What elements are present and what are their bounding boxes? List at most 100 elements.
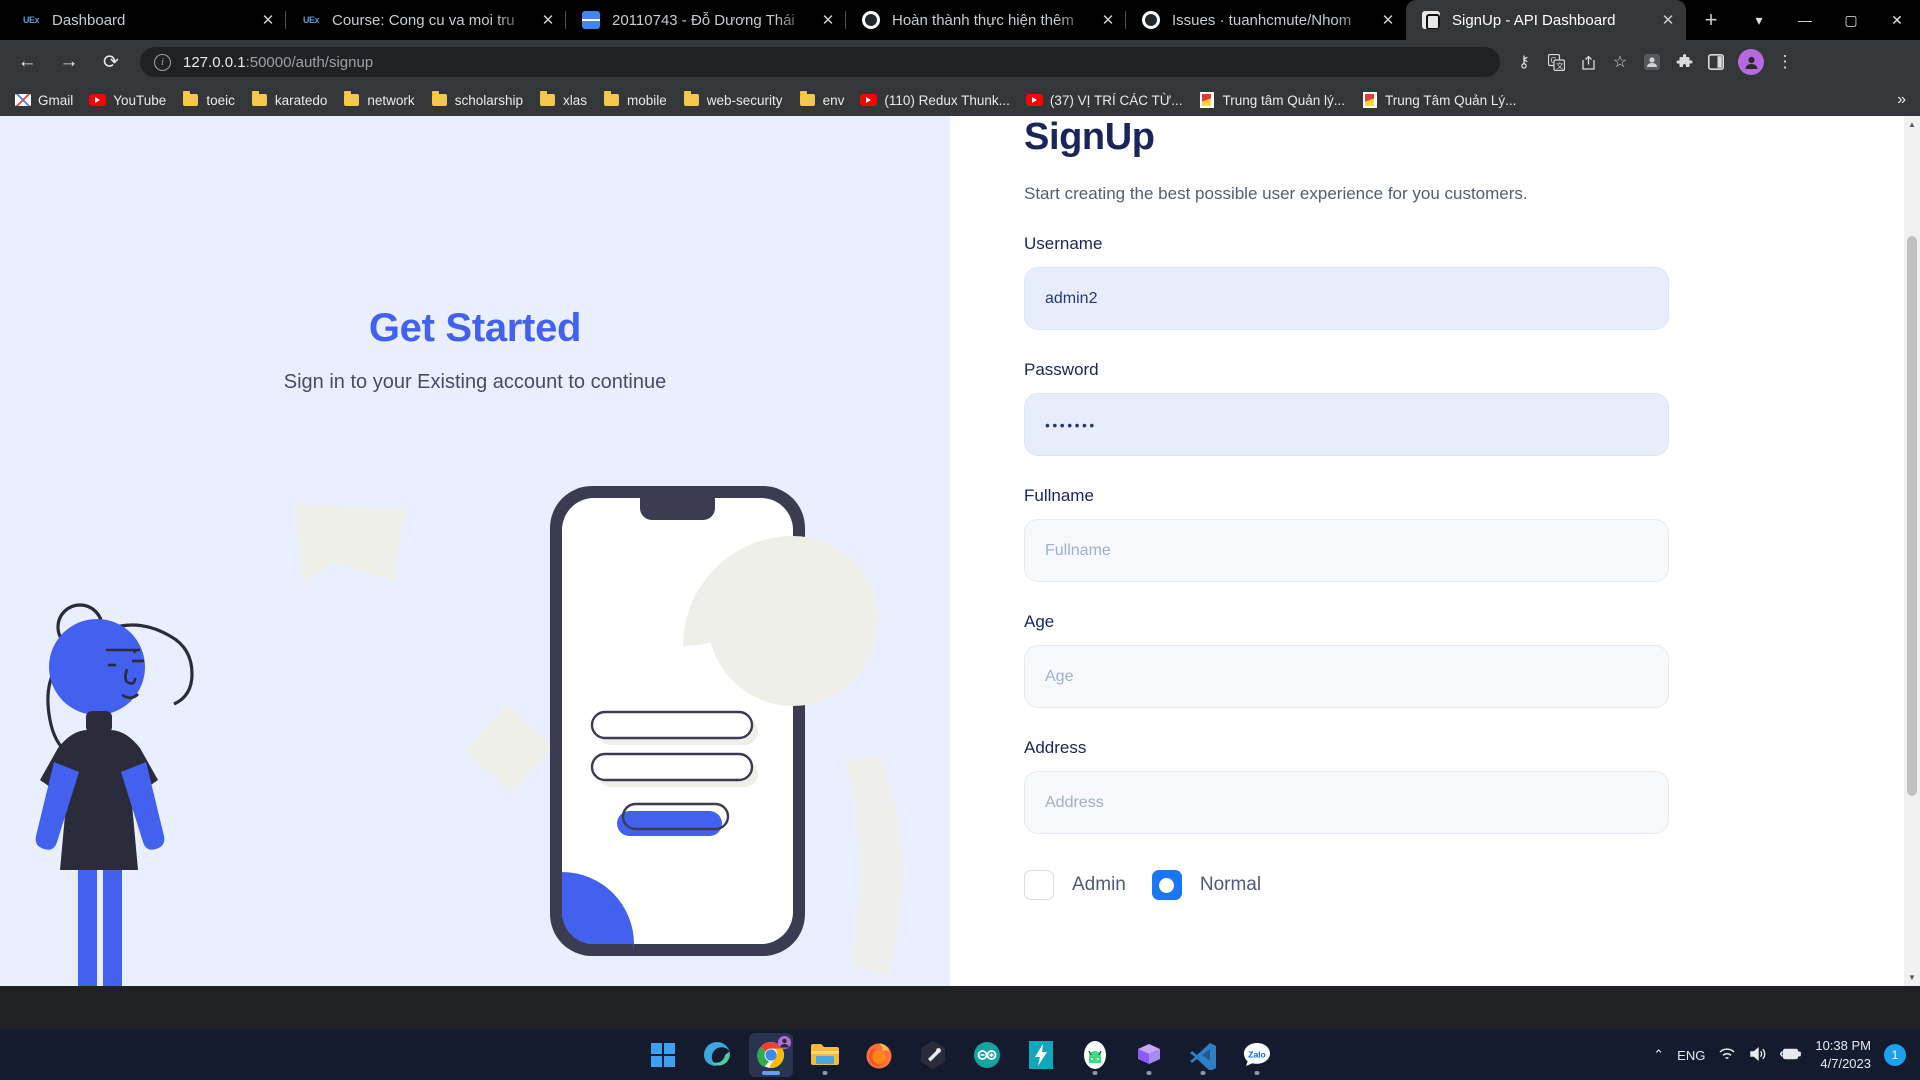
- address-bar[interactable]: i 127.0.0.1:50000/auth/signup: [140, 47, 1500, 77]
- notification-badge[interactable]: 1: [1884, 1044, 1906, 1066]
- youtube-icon: [1025, 92, 1043, 109]
- bookmark-youtube[interactable]: YouTube: [81, 88, 174, 113]
- browser-toolbar: ← → ⟳ i 127.0.0.1:50000/auth/signup ⚷ G文…: [0, 40, 1920, 84]
- reading-list-icon[interactable]: [1636, 46, 1668, 78]
- reload-button[interactable]: ⟳: [93, 44, 129, 80]
- wifi-icon[interactable]: [1718, 1046, 1736, 1065]
- running-indicator: [1146, 1071, 1152, 1075]
- tab-close-icon[interactable]: ✕: [536, 8, 560, 32]
- bookmark-web-security[interactable]: web-security: [675, 88, 791, 113]
- folder-icon: [539, 91, 556, 109]
- bookmark-env[interactable]: env: [791, 88, 853, 113]
- bookmark-mobile[interactable]: mobile: [595, 88, 675, 113]
- zalo-icon[interactable]: Zalo: [1235, 1033, 1279, 1077]
- bookmark-label: karatedo: [274, 92, 328, 108]
- microsoft-edge-icon[interactable]: [695, 1033, 739, 1077]
- translate-icon[interactable]: G文: [1540, 46, 1572, 78]
- tab-title: SignUp - API Dashboard: [1452, 11, 1616, 29]
- bookmark-karatedo[interactable]: karatedo: [243, 88, 336, 113]
- flash-icon[interactable]: [1019, 1033, 1063, 1077]
- gmail-icon: [14, 92, 31, 109]
- folder-icon: [343, 91, 360, 109]
- side-panel-icon[interactable]: [1700, 46, 1732, 78]
- scroll-up-arrow-icon[interactable]: ▲: [1904, 116, 1920, 133]
- bookmark-xlas[interactable]: xlas: [531, 88, 595, 113]
- signup-form: SignUp Start creating the best possible …: [950, 116, 1920, 900]
- bookmark-redux-thunk[interactable]: (110) Redux Thunk...: [852, 88, 1018, 113]
- tab-title: Hoàn thành thực hiện thêm: [892, 11, 1074, 29]
- age-input[interactable]: Age: [1024, 645, 1669, 708]
- bookmark-star-icon[interactable]: ☆: [1604, 46, 1636, 78]
- battery-charging-icon[interactable]: [1780, 1047, 1802, 1064]
- fullname-input[interactable]: Fullname: [1024, 519, 1669, 582]
- vs-code-icon[interactable]: [1181, 1033, 1225, 1077]
- site-info-icon[interactable]: i: [154, 53, 171, 71]
- bookmarks-overflow-icon[interactable]: »: [1897, 91, 1914, 109]
- tab-close-icon[interactable]: ✕: [256, 8, 280, 32]
- browser-window: UEx Dashboard ✕ UEx Course: Cong cu va m…: [0, 0, 1920, 1030]
- browser-tab-1[interactable]: UEx Course: Cong cu va moi tru ✕: [286, 0, 566, 40]
- bookmark-label: network: [367, 92, 415, 108]
- back-button[interactable]: ←: [9, 44, 45, 80]
- browser-tab-0[interactable]: UEx Dashboard ✕: [6, 0, 286, 40]
- android-studio-icon[interactable]: [1073, 1033, 1117, 1077]
- bookmark-trung-tam-quan-ly-2[interactable]: Trung Tâm Quản Lý...: [1353, 88, 1524, 113]
- share-icon[interactable]: [1572, 46, 1604, 78]
- arduino-icon[interactable]: [965, 1033, 1009, 1077]
- bookmark-network[interactable]: network: [335, 88, 422, 113]
- scrollbar-thumb[interactable]: [1907, 236, 1917, 796]
- address-input[interactable]: Address: [1024, 771, 1669, 834]
- browser-tab-3[interactable]: Hoàn thành thực hiện thêm ✕: [846, 0, 1126, 40]
- chrome-menu-icon[interactable]: ⋮: [1770, 52, 1800, 72]
- tab-close-icon[interactable]: ✕: [816, 8, 840, 32]
- language-indicator[interactable]: ENG: [1677, 1048, 1705, 1063]
- clock-time: 10:38 PM: [1815, 1038, 1871, 1054]
- scroll-down-arrow-icon[interactable]: ▼: [1904, 969, 1920, 986]
- google-docs-icon: [582, 11, 600, 29]
- minimize-button[interactable]: —: [1782, 0, 1828, 40]
- start-windows-icon[interactable]: [641, 1033, 685, 1077]
- password-key-icon[interactable]: ⚷: [1508, 46, 1540, 78]
- extensions-puzzle-icon[interactable]: [1668, 46, 1700, 78]
- admin-checkbox[interactable]: [1024, 870, 1054, 900]
- signup-illustration: [35, 486, 903, 986]
- firefox-icon[interactable]: [857, 1033, 901, 1077]
- api-dashboard-icon: [1422, 11, 1440, 29]
- forward-button[interactable]: →: [51, 44, 87, 80]
- file-explorer-icon[interactable]: [803, 1033, 847, 1077]
- bookmark-trung-tam-quan-ly-1[interactable]: Trung tâm Quản lý...: [1190, 88, 1353, 113]
- page-viewport: Get Started Sign in to your Existing acc…: [0, 116, 1920, 986]
- volume-icon[interactable]: [1749, 1046, 1767, 1065]
- bookmark-scholarship[interactable]: scholarship: [423, 88, 531, 113]
- bookmark-label: Trung Tâm Quản Lý...: [1385, 92, 1517, 108]
- google-chrome-icon[interactable]: [749, 1033, 793, 1077]
- bookmark-vi-tri-cac-tu[interactable]: (37) VỊ TRÍ CÁC TỪ...: [1018, 88, 1191, 113]
- figma-stack-icon[interactable]: [1127, 1033, 1171, 1077]
- bookmark-toeic[interactable]: toeic: [174, 88, 243, 113]
- bookmark-label: scholarship: [454, 92, 523, 108]
- username-input[interactable]: admin2: [1024, 267, 1669, 330]
- password-input[interactable]: •••••••: [1024, 393, 1669, 456]
- tab-close-icon[interactable]: ✕: [1096, 8, 1120, 32]
- bookmark-label: xlas: [562, 92, 587, 108]
- tab-close-icon[interactable]: ✕: [1656, 8, 1680, 32]
- close-window-button[interactable]: ✕: [1874, 0, 1920, 40]
- tab-close-icon[interactable]: ✕: [1376, 8, 1400, 32]
- field-address: Address Address: [1024, 738, 1856, 834]
- browser-tab-2[interactable]: 20110743 - Đỗ Dương Thái ✕: [566, 0, 846, 40]
- postman-icon[interactable]: [911, 1033, 955, 1077]
- url-host: 127.0.0.1: [183, 53, 246, 71]
- maximize-button[interactable]: ▢: [1828, 0, 1874, 40]
- profile-avatar-icon[interactable]: [1738, 49, 1764, 75]
- new-tab-button[interactable]: +: [1694, 3, 1728, 37]
- tab-title: Issues · tuanhcmute/Nhom: [1172, 11, 1352, 29]
- normal-radio-selected[interactable]: [1151, 870, 1182, 900]
- tab-search-chevron-icon[interactable]: ▾: [1736, 0, 1782, 40]
- browser-tab-5-active[interactable]: SignUp - API Dashboard ✕: [1406, 0, 1686, 40]
- clock[interactable]: 10:38 PM 4/7/2023: [1815, 1037, 1871, 1072]
- page-scrollbar[interactable]: ▲ ▼: [1904, 116, 1920, 986]
- tray-overflow-chevron-icon[interactable]: ⌃: [1653, 1047, 1664, 1063]
- browser-tab-4[interactable]: Issues · tuanhcmute/Nhom ✕: [1126, 0, 1406, 40]
- youtube-icon: [89, 92, 107, 109]
- bookmark-gmail[interactable]: Gmail: [6, 88, 81, 113]
